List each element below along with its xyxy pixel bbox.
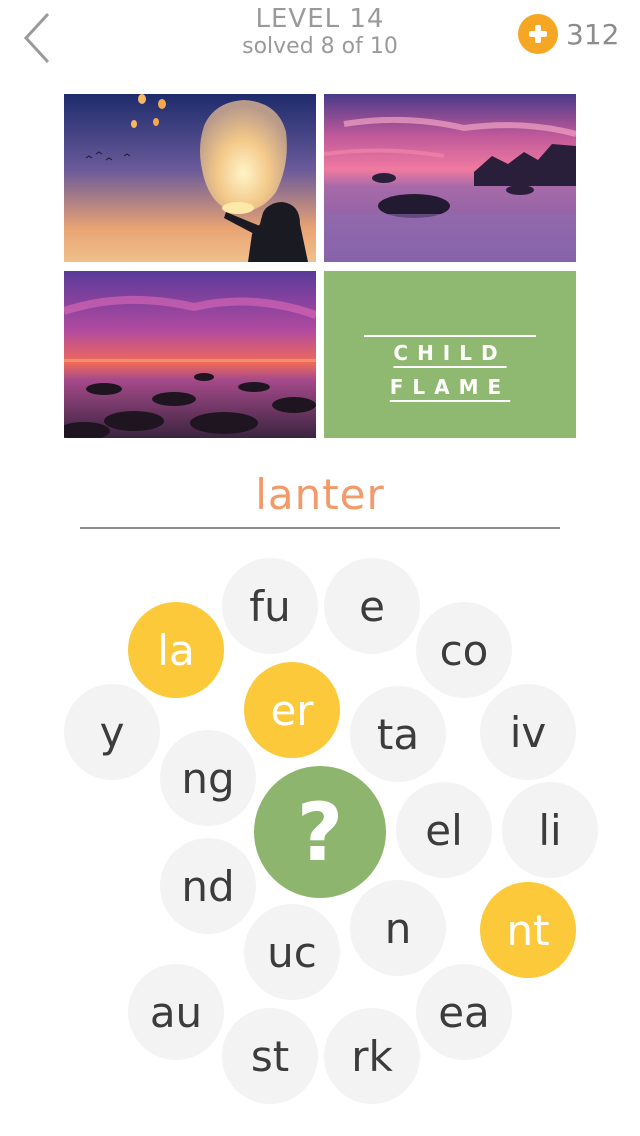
hint-divider: [364, 335, 536, 337]
coins-button[interactable]: 312: [518, 14, 619, 54]
tile-uc[interactable]: uc: [244, 904, 340, 1000]
plus-coin-icon: [518, 14, 558, 54]
tile-rk[interactable]: rk: [324, 1008, 420, 1104]
tile-e[interactable]: e: [324, 558, 420, 654]
sunset-coast-photo: [64, 271, 316, 438]
sky-lantern-photo: [64, 94, 316, 262]
clue-image-sunset-rocks[interactable]: [324, 94, 576, 262]
tile-n[interactable]: n: [350, 880, 446, 976]
tile-ng[interactable]: ng: [160, 730, 256, 826]
tile-nd[interactable]: nd: [160, 838, 256, 934]
tile-li[interactable]: li: [502, 782, 598, 878]
tile-y[interactable]: y: [64, 684, 160, 780]
hint-tile: CHILD FLAME: [324, 271, 576, 438]
clue-image-sky-lantern[interactable]: [64, 94, 316, 262]
tile-nt-selected[interactable]: nt: [480, 882, 576, 978]
sunset-rocks-photo: [324, 94, 576, 262]
answer-underline: [80, 527, 560, 529]
coin-count: 312: [566, 17, 620, 51]
hint-word-1: CHILD: [393, 341, 507, 365]
tile-er-selected[interactable]: er: [244, 662, 340, 758]
tile-fu[interactable]: fu: [222, 558, 318, 654]
tile-au[interactable]: au: [128, 964, 224, 1060]
tile-ea[interactable]: ea: [416, 964, 512, 1060]
tile-ta[interactable]: ta: [350, 686, 446, 782]
help-button[interactable]: ?: [254, 766, 386, 898]
tile-st[interactable]: st: [222, 1008, 318, 1104]
tile-la-selected[interactable]: la: [128, 602, 224, 698]
tile-el[interactable]: el: [396, 782, 492, 878]
tile-co[interactable]: co: [416, 602, 512, 698]
tile-iv[interactable]: iv: [480, 684, 576, 780]
answer-field[interactable]: lanter: [80, 470, 560, 519]
clue-image-sunset-coast[interactable]: [64, 271, 316, 438]
hint-word-2: FLAME: [389, 375, 511, 399]
